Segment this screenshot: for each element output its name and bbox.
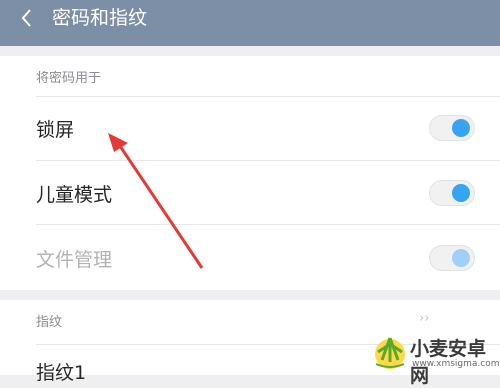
file-manager-toggle <box>429 245 475 271</box>
watermark-logo-icon <box>375 337 405 369</box>
page-title: 密码和指纹 <box>52 7 148 29</box>
chevron-left-icon[interactable] <box>20 7 34 29</box>
fingerprint-1-label[interactable]: 指纹1 <box>36 358 86 385</box>
toggle-knob <box>452 249 470 267</box>
section-header-fingerprint: 指纹 <box>36 315 63 330</box>
password-usage-card: 将密码用于 锁屏 儿童模式 文件管理 <box>0 56 500 290</box>
divider <box>36 224 500 225</box>
file-manager-label: 文件管理 <box>36 249 113 271</box>
toggle-knob <box>452 184 470 202</box>
kids-mode-toggle[interactable] <box>429 180 475 206</box>
divider <box>36 96 500 97</box>
lock-screen-label: 锁屏 <box>36 119 75 141</box>
chevron-icon: ›› <box>419 311 430 326</box>
watermark: 小麦安卓网 www.xmsigma.com <box>370 330 500 387</box>
kids-mode-label: 儿童模式 <box>36 184 113 206</box>
watermark-url: www.xmsigma.com <box>412 359 500 369</box>
toggle-knob <box>452 119 470 137</box>
lock-screen-toggle[interactable] <box>429 115 475 141</box>
app-header: 密码和指纹 <box>0 0 500 46</box>
section-header-password-usage: 将密码用于 <box>36 71 102 86</box>
divider <box>36 160 500 161</box>
